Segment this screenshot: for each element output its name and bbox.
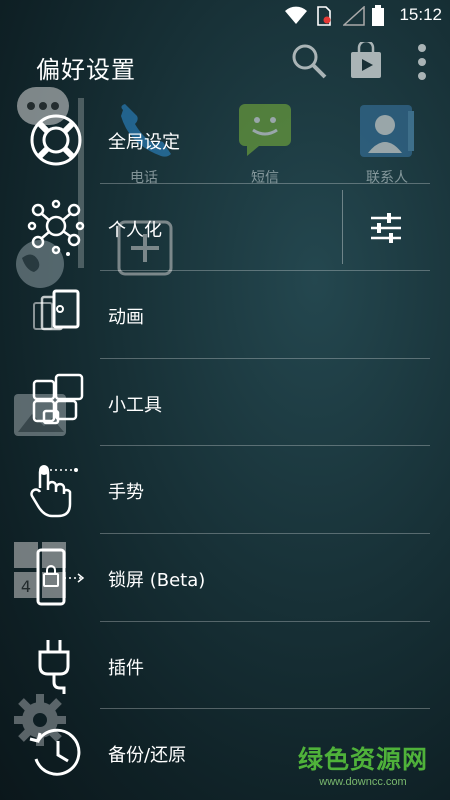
menu-item-label: 插件 <box>108 657 144 679</box>
watermark: 绿色资源网 www.downcc.com <box>298 740 428 788</box>
menu-item-label: 手势 <box>108 482 144 504</box>
phone-lock-icon <box>36 548 85 606</box>
plug-icon <box>38 639 70 694</box>
cards-icon <box>33 289 80 331</box>
menu-item-widgets[interactable]: 小工具 <box>0 359 430 447</box>
signal-icon <box>343 6 365 26</box>
store-bag-icon[interactable] <box>349 42 383 80</box>
menu-item-gestures[interactable]: 手势 <box>0 446 430 534</box>
menu-item-label: 锁屏 (Beta) <box>108 569 206 591</box>
menu-item-label: 动画 <box>108 307 144 329</box>
preferences-menu: 全局设定 个人化 动画 小工具 手势 锁屏 (Beta) 插件 备份/还原 <box>0 96 430 797</box>
wifi-icon <box>285 6 307 24</box>
status-bar: 15:12 <box>0 0 450 32</box>
status-time: 15:12 <box>399 5 442 24</box>
menu-item-global-settings[interactable]: 全局设定 <box>0 96 430 184</box>
battery-icon <box>372 5 384 26</box>
hand-pointer-icon <box>30 465 78 518</box>
molecule-icon <box>27 199 85 256</box>
menu-item-label: 备份/还原 <box>108 745 187 767</box>
search-icon[interactable] <box>290 42 328 80</box>
sim-card-icon <box>317 6 331 26</box>
lifebuoy-icon <box>30 114 82 166</box>
menu-item-plugins[interactable]: 插件 <box>0 622 430 710</box>
menu-item-lockscreen[interactable]: 锁屏 (Beta) <box>0 534 430 622</box>
menu-item-personalization[interactable]: 个人化 <box>0 184 430 272</box>
header-bar: 偏好设置 <box>0 32 450 96</box>
watermark-brand: 绿色资源网 <box>297 745 428 774</box>
widgets-icon <box>32 373 84 425</box>
overflow-menu-icon[interactable] <box>415 42 429 82</box>
clock-history-icon <box>29 728 81 776</box>
menu-item-label: 小工具 <box>108 394 162 416</box>
menu-item-animation[interactable]: 动画 <box>0 271 430 359</box>
menu-item-label: 个人化 <box>108 219 162 241</box>
watermark-url: www.downcc.com <box>319 776 407 788</box>
menu-item-label: 全局设定 <box>108 132 180 153</box>
page-title: 偏好设置 <box>36 56 136 84</box>
